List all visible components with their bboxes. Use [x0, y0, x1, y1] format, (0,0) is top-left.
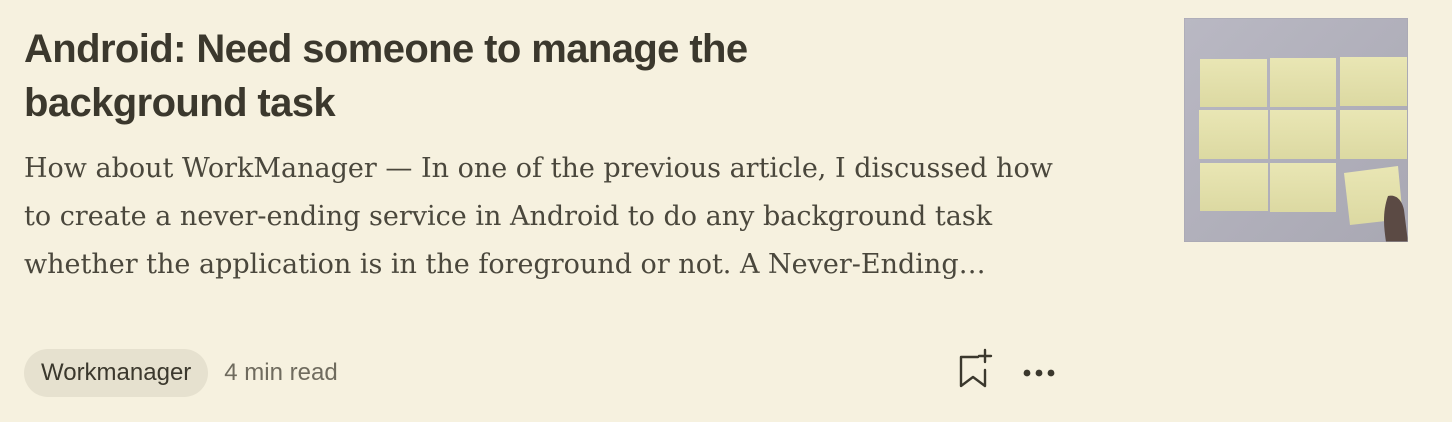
tag-chip[interactable]: Workmanager — [24, 349, 209, 397]
article-meta: Workmanager 4 min read — [24, 349, 338, 397]
article-excerpt[interactable]: How about WorkManager — In one of the pr… — [24, 145, 1084, 289]
article-title[interactable]: Android: Need someone to manage the back… — [24, 22, 884, 130]
article-thumbnail[interactable] — [1184, 18, 1408, 242]
bookmark-add-icon — [959, 348, 993, 388]
article-card[interactable]: Android: Need someone to manage the back… — [0, 0, 1452, 422]
more-options-button[interactable] — [1020, 358, 1060, 388]
more-horizontal-icon — [1023, 369, 1055, 377]
read-time: 4 min read — [224, 359, 338, 386]
bookmark-button[interactable] — [956, 348, 996, 392]
sticky-notes-image — [1184, 18, 1408, 242]
